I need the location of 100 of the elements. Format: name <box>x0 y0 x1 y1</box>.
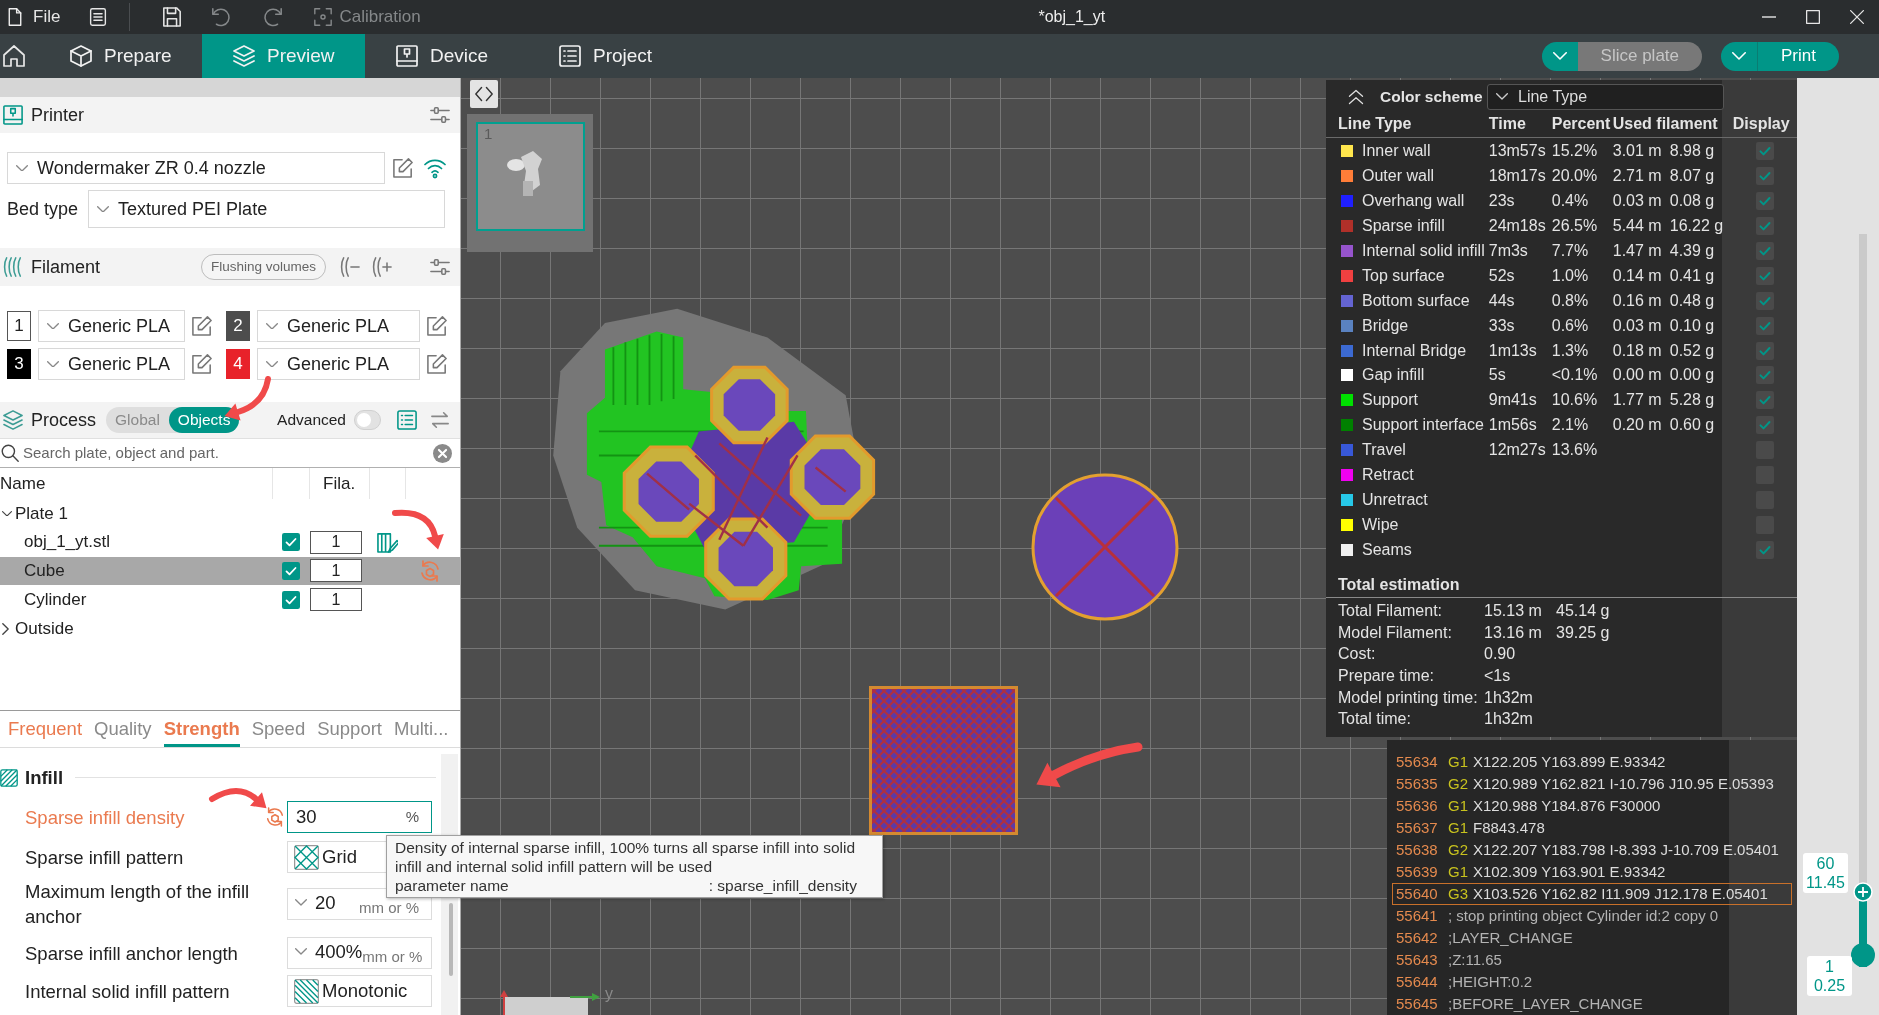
display-checkbox[interactable] <box>1755 366 1774 385</box>
filament-select[interactable]: Generic PLA <box>257 310 420 342</box>
cube-icon <box>70 45 92 67</box>
display-checkbox[interactable] <box>1755 167 1774 186</box>
display-checkbox[interactable] <box>1755 341 1774 360</box>
settings-icon[interactable] <box>430 105 450 125</box>
edit-icon[interactable] <box>427 316 447 336</box>
length-value: 0.18 m <box>1612 340 1662 361</box>
tree-row[interactable]: Cylinder 1 <box>0 585 460 615</box>
settings-icon[interactable] <box>430 257 450 277</box>
total-value: 1h32m <box>1484 687 1533 708</box>
edit-icon[interactable] <box>393 158 413 178</box>
percent-value: 2.1% <box>1551 415 1589 436</box>
filament-slot-number[interactable]: 2 <box>226 311 250 341</box>
file-menu-button[interactable]: File <box>6 6 61 28</box>
filament-field[interactable]: 1 <box>310 588 362 612</box>
filament-select[interactable]: Generic PLA <box>38 348 185 380</box>
display-checkbox[interactable] <box>1755 142 1774 161</box>
display-checkbox[interactable] <box>1755 416 1774 435</box>
tree-row[interactable]: Plate 1 <box>0 499 460 528</box>
slider-handle[interactable] <box>1851 943 1875 967</box>
tree-row[interactable]: Cube 1 <box>0 556 460 586</box>
totals-title: Total estimation <box>1338 575 1460 596</box>
spool-plus-icon[interactable] <box>372 257 392 277</box>
display-checkbox[interactable] <box>1755 391 1774 410</box>
filament-slot-number[interactable]: 4 <box>226 349 250 379</box>
display-checkbox[interactable] <box>1755 266 1774 285</box>
line-type-name: Support interface <box>1362 415 1484 436</box>
display-checkbox[interactable] <box>1755 540 1774 559</box>
total-label: Total Filament: <box>1338 601 1443 621</box>
number-field[interactable]: 30 % <box>287 801 432 833</box>
tab[interactable]: Project <box>528 34 691 78</box>
unit-label: % <box>405 806 419 827</box>
weight-value: 8.07 g <box>1669 166 1715 187</box>
layer-number: 60 <box>1816 854 1835 873</box>
tab[interactable]: Prepare <box>39 34 202 78</box>
setting-label: Maximum length of the infill anchor <box>25 881 250 927</box>
display-checkbox[interactable] <box>1755 217 1774 236</box>
filament-select[interactable]: Generic PLA <box>257 348 420 380</box>
save-icon[interactable] <box>162 7 183 27</box>
search-field[interactable]: Search plate, object and part. <box>23 442 429 464</box>
tree-row[interactable]: Outside <box>0 614 460 643</box>
pattern-select[interactable]: Monotonic <box>287 975 432 1007</box>
parameter-value: : sparse_infill_density <box>708 876 857 895</box>
filament-select[interactable]: Generic PLA <box>38 310 185 342</box>
home-icon[interactable] <box>3 45 25 67</box>
column-header: Line Type <box>1338 114 1412 134</box>
weight-value: 0.52 g <box>1669 340 1715 361</box>
tree-item-name: Plate 1 <box>15 502 68 525</box>
line-type-name: Unretract <box>1362 489 1428 510</box>
percent-value: 26.5% <box>1551 216 1598 237</box>
slider-handle[interactable] <box>1853 882 1873 902</box>
edit-icon[interactable] <box>192 316 212 336</box>
tree-row[interactable]: obj_1_yt.stl 1 <box>0 527 460 557</box>
bed-type-select[interactable]: Textured PEI Plate <box>88 190 446 228</box>
clear-icon[interactable] <box>433 443 452 463</box>
column-header: Fila. <box>323 472 356 495</box>
close-icon[interactable] <box>1850 10 1864 24</box>
advanced-switch[interactable] <box>354 410 381 430</box>
edit-icon[interactable] <box>427 354 447 374</box>
flushing-volumes-button[interactable]: Flushing volumes <box>200 254 326 280</box>
file-icon <box>6 8 24 26</box>
checkbox[interactable] <box>281 590 300 609</box>
sidebar-toggle-button[interactable] <box>470 80 498 108</box>
list-icon[interactable] <box>397 410 417 430</box>
printer-select[interactable]: Wondermaker ZR 0.4 nozzle <box>7 152 385 184</box>
paint-brush-icon[interactable] <box>376 531 398 553</box>
dropdown-toggle[interactable] <box>1721 41 1758 71</box>
checkbox[interactable] <box>281 533 300 552</box>
edit-icon[interactable] <box>192 354 212 374</box>
mode-tab[interactable]: Objects <box>168 407 240 433</box>
display-checkbox[interactable] <box>1755 291 1774 310</box>
filament-slot-number[interactable]: 1 <box>7 311 31 341</box>
weight-value: 4.39 g <box>1669 241 1715 261</box>
tab[interactable]: Device <box>365 34 528 78</box>
settings-tab[interactable]: Speed <box>251 711 306 747</box>
time-value: 24m18s <box>1488 216 1546 237</box>
filament-field[interactable]: 1 <box>310 559 362 583</box>
maximize-icon[interactable] <box>1806 10 1820 24</box>
reset-icon[interactable] <box>264 807 285 827</box>
filament-slot-number[interactable]: 3 <box>7 349 31 379</box>
menu-icon[interactable] <box>89 8 108 26</box>
line-type-name: Overhang wall <box>1362 191 1465 212</box>
length-value: 0.03 m <box>1612 191 1662 212</box>
unit-label: mm or % <box>359 899 419 916</box>
color-scheme-select[interactable]: Line Type <box>1487 83 1724 110</box>
filament-field[interactable]: 1 <box>310 530 362 554</box>
chevrons-icon <box>475 85 493 103</box>
double-chevron-up-icon[interactable] <box>1348 88 1364 105</box>
dropdown-toggle[interactable] <box>1541 41 1578 71</box>
swap-icon[interactable] <box>430 410 450 430</box>
display-checkbox[interactable] <box>1755 316 1774 335</box>
total-label: Model printing time: <box>1338 687 1478 708</box>
checkbox[interactable] <box>281 562 300 580</box>
display-checkbox[interactable] <box>1755 192 1774 211</box>
spool-minus-icon[interactable] <box>340 257 360 277</box>
wifi-icon[interactable] <box>424 157 446 179</box>
display-checkbox[interactable] <box>1755 242 1774 260</box>
action-button[interactable]: Print <box>1757 41 1839 71</box>
filament-icon <box>3 257 23 277</box>
